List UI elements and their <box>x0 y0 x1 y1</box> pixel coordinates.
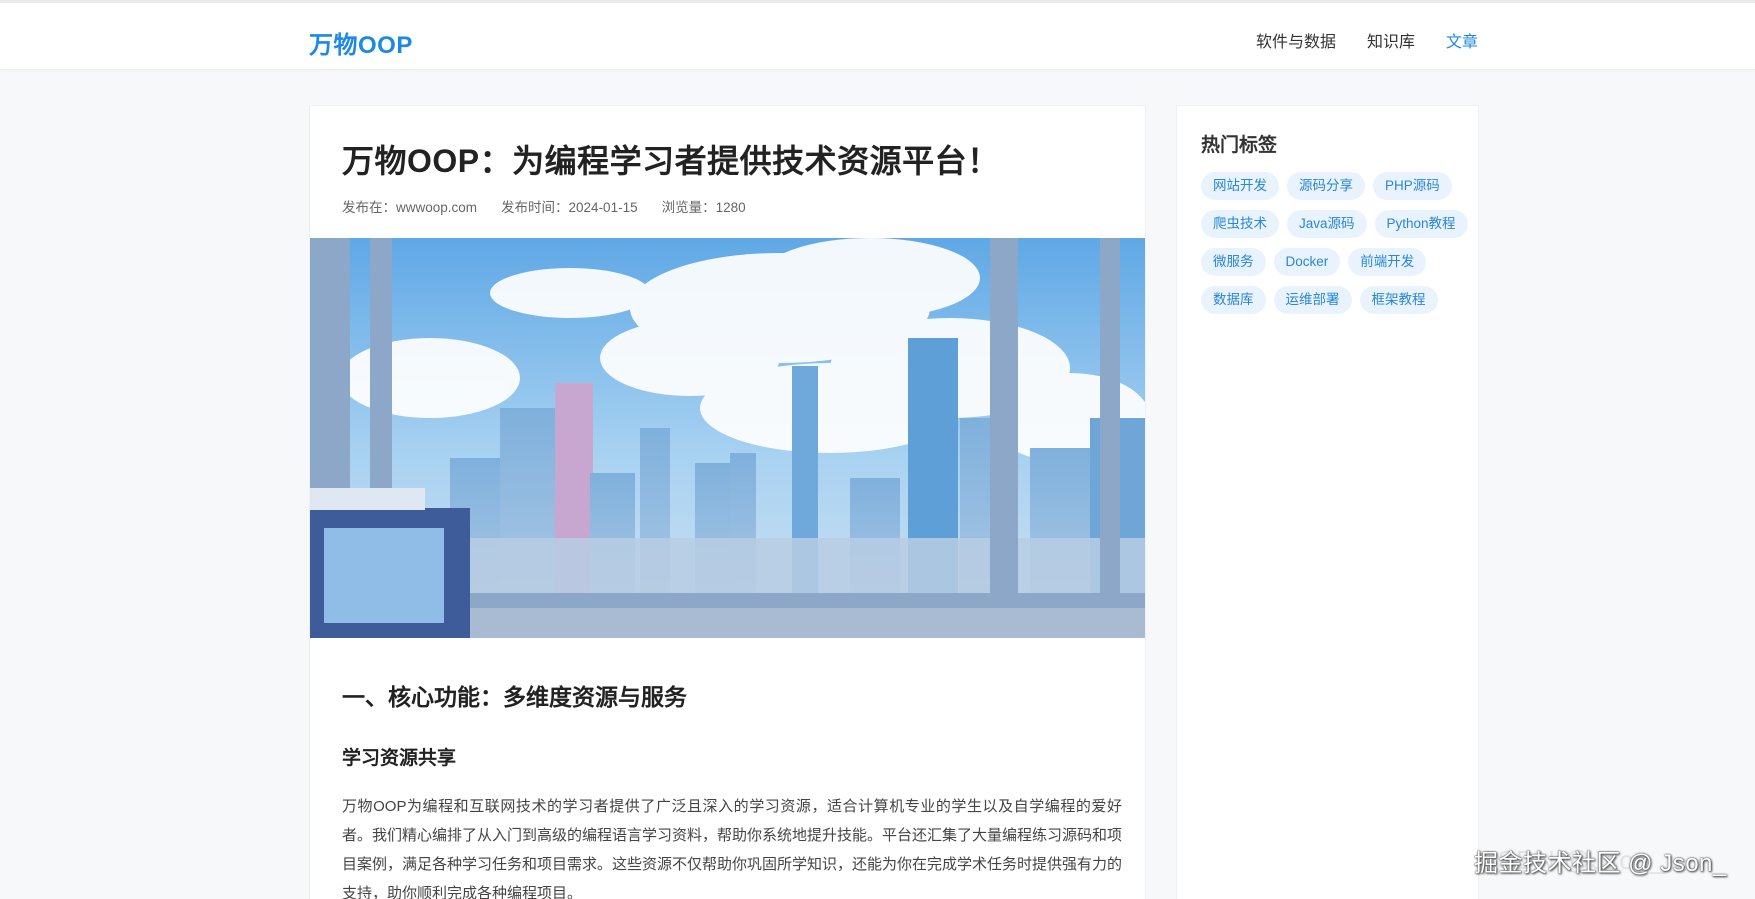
sidebar-hot-tags: 热门标签 网站开发 源码分享 PHP源码 爬虫技术 Java源码 Python教… <box>1176 105 1479 899</box>
tag-docker[interactable]: Docker <box>1273 248 1341 276</box>
tag-python-tutorial[interactable]: Python教程 <box>1374 210 1468 238</box>
main-nav: 软件与数据 知识库 文章 <box>1256 28 1478 52</box>
tag-microservice[interactable]: 微服务 <box>1201 248 1266 276</box>
tag-web-dev[interactable]: 网站开发 <box>1201 172 1279 200</box>
tag-database[interactable]: 数据库 <box>1201 286 1266 314</box>
top-navbar: 万物OOP 软件与数据 知识库 文章 <box>0 0 1755 70</box>
nav-knowledge-base[interactable]: 知识库 <box>1367 28 1415 52</box>
tag-crawler[interactable]: 爬虫技术 <box>1201 210 1279 238</box>
tag-java-source[interactable]: Java源码 <box>1287 210 1367 238</box>
article-meta: 发布在：wwwoop.com 发布时间：2024-01-15 浏览量：1280 <box>342 196 746 216</box>
hero-image <box>310 238 1145 638</box>
tag-source-share[interactable]: 源码分享 <box>1287 172 1365 200</box>
section-heading: 一、核心功能：多维度资源与服务 <box>342 684 687 710</box>
tag-devops[interactable]: 运维部署 <box>1273 286 1352 314</box>
meta-source: 发布在：wwwoop.com <box>342 200 478 215</box>
site-logo[interactable]: 万物OOP <box>309 25 413 60</box>
tag-list: 网站开发 源码分享 PHP源码 爬虫技术 Java源码 Python教程 微服务… <box>1201 172 1471 314</box>
article-title: 万物OOP：为编程学习者提供技术资源平台！ <box>342 143 1000 179</box>
meta-date: 发布时间：2024-01-15 <box>501 200 638 215</box>
tag-php-source[interactable]: PHP源码 <box>1373 172 1452 200</box>
nav-articles[interactable]: 文章 <box>1446 28 1478 52</box>
tag-framework[interactable]: 框架教程 <box>1359 286 1438 314</box>
city-window-illustration <box>310 238 1145 638</box>
tag-frontend[interactable]: 前端开发 <box>1348 248 1427 276</box>
nav-software-data[interactable]: 软件与数据 <box>1256 28 1336 52</box>
sub-heading: 学习资源共享 <box>342 748 457 769</box>
article-paragraph: 万物OOP为编程和互联网技术的学习者提供了广泛且深入的学习资源，适合计算机专业的… <box>342 798 1123 899</box>
sidebar-title: 热门标签 <box>1201 135 1278 156</box>
watermark: 掘金技术社区 @ Json_ <box>1474 850 1727 877</box>
meta-views: 浏览量：1280 <box>661 200 746 215</box>
article-card: 万物OOP：为编程学习者提供技术资源平台！ 发布在：wwwoop.com 发布时… <box>309 105 1146 899</box>
